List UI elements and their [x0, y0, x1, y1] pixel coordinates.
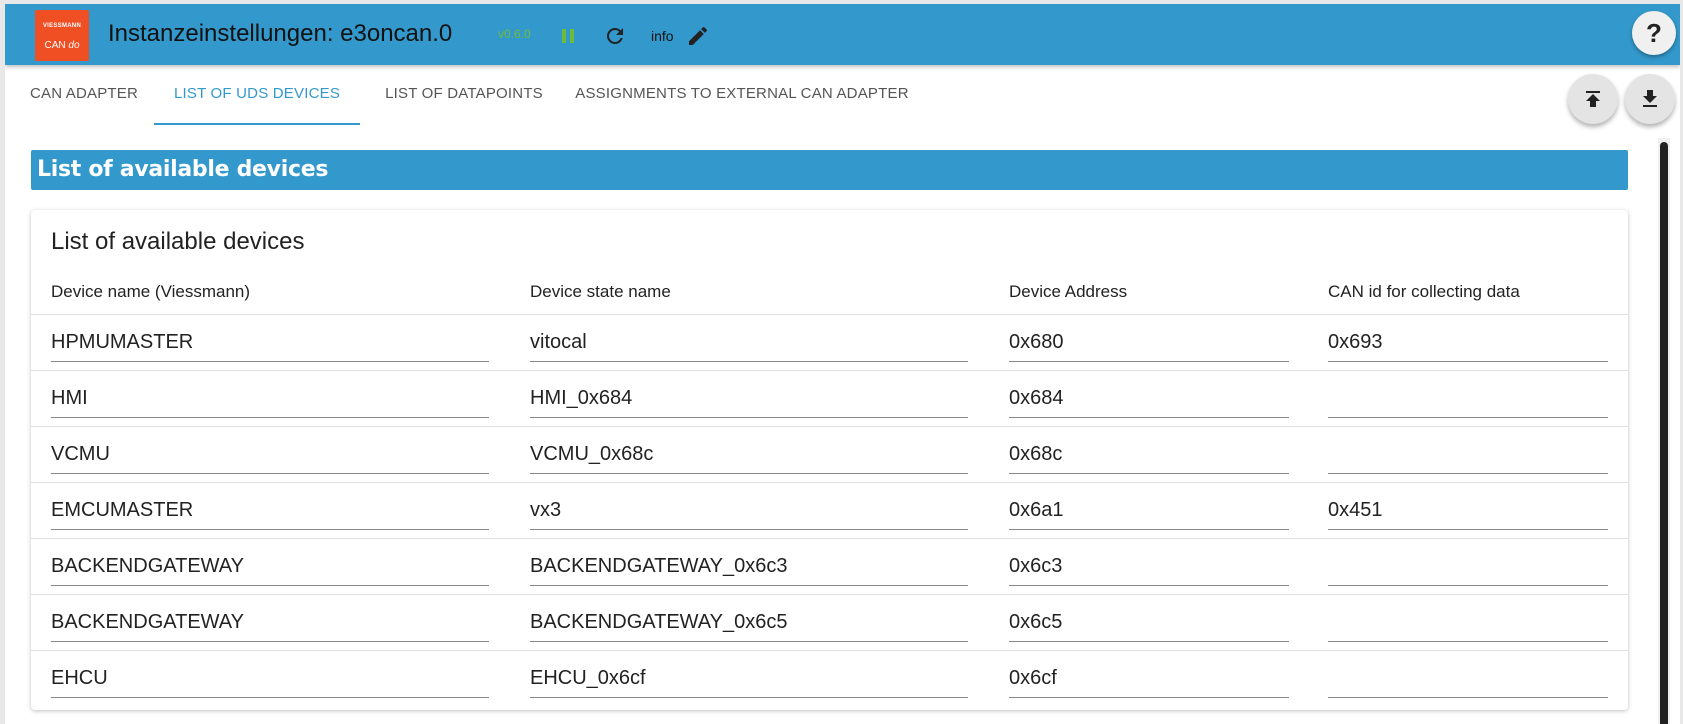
can-id-field[interactable] — [1328, 663, 1608, 698]
device-name-field[interactable]: HPMUMASTER — [51, 327, 489, 362]
can-id-field[interactable]: 0x693 — [1328, 327, 1608, 362]
tab-can-adapter[interactable]: CAN ADAPTER — [21, 65, 147, 123]
table-row: HPMUMASTER vitocal 0x680 0x693 — [31, 314, 1628, 371]
vertical-scrollbar[interactable] — [1658, 138, 1670, 724]
device-state-name-field[interactable]: VCMU_0x68c — [530, 439, 968, 474]
tab-list-of-datapoints[interactable]: LIST OF DATAPOINTS — [374, 65, 554, 123]
info-link[interactable]: info — [651, 28, 674, 44]
scrollbar-thumb[interactable] — [1660, 142, 1668, 724]
table-row: BACKENDGATEWAY BACKENDGATEWAY_0x6c3 0x6c3 — [31, 538, 1628, 595]
section-header: List of available devices — [31, 150, 1628, 190]
device-name-field[interactable]: BACKENDGATEWAY — [51, 551, 489, 586]
version-label: v0.6.0 — [498, 27, 531, 41]
card-title: List of available devices — [51, 228, 305, 255]
instance-settings-window: VIESSMANN CAN do Instanzeinstellungen: e… — [5, 4, 1680, 724]
upload-button[interactable] — [1568, 74, 1618, 124]
column-header-device-state-name: Device state name — [530, 282, 671, 301]
table-row: HMI HMI_0x684 0x684 — [31, 370, 1628, 427]
logo-brand-text: VIESSMANN — [42, 23, 82, 29]
logo-product-text: CAN do — [44, 40, 80, 51]
device-state-name-field[interactable]: vitocal — [530, 327, 968, 362]
download-button[interactable] — [1625, 74, 1675, 124]
device-state-name-field[interactable]: BACKENDGATEWAY_0x6c3 — [530, 551, 968, 586]
device-name-field[interactable]: BACKENDGATEWAY — [51, 607, 489, 642]
device-state-name-field[interactable]: HMI_0x684 — [530, 383, 968, 418]
can-id-field[interactable] — [1328, 439, 1608, 474]
pause-icon[interactable] — [556, 24, 580, 48]
table-row: BACKENDGATEWAY BACKENDGATEWAY_0x6c5 0x6c5 — [31, 594, 1628, 651]
device-address-field[interactable]: 0x6a1 — [1009, 495, 1289, 530]
device-state-name-field[interactable]: EHCU_0x6cf — [530, 663, 968, 698]
download-icon — [1643, 90, 1657, 107]
device-name-field[interactable]: VCMU — [51, 439, 489, 474]
tab-bar: CAN ADAPTER LIST OF UDS DEVICES LIST OF … — [5, 65, 1680, 125]
refresh-icon[interactable] — [603, 24, 627, 48]
can-id-field[interactable] — [1328, 607, 1608, 642]
can-id-field[interactable]: 0x451 — [1328, 495, 1608, 530]
column-header-device-name: Device name (Viessmann) — [51, 282, 251, 301]
device-address-field[interactable]: 0x6cf — [1009, 663, 1289, 698]
device-address-field[interactable]: 0x680 — [1009, 327, 1289, 362]
device-name-field[interactable]: EMCUMASTER — [51, 495, 489, 530]
edit-icon[interactable] — [686, 24, 710, 48]
adapter-logo: VIESSMANN CAN do — [35, 10, 89, 61]
device-address-field[interactable]: 0x684 — [1009, 383, 1289, 418]
help-icon: ? — [1646, 18, 1662, 48]
column-header-can-id: CAN id for collecting data — [1328, 282, 1520, 301]
device-address-field[interactable]: 0x6c3 — [1009, 551, 1289, 586]
table-row: EMCUMASTER vx3 0x6a1 0x451 — [31, 482, 1628, 539]
tab-assignments-external-can-adapter[interactable]: ASSIGNMENTS TO EXTERNAL CAN ADAPTER — [569, 65, 915, 123]
device-address-field[interactable]: 0x68c — [1009, 439, 1289, 474]
upload-icon — [1586, 91, 1600, 107]
device-name-field[interactable]: HMI — [51, 383, 489, 418]
device-state-name-field[interactable]: vx3 — [530, 495, 968, 530]
column-header-device-address: Device Address — [1009, 282, 1128, 301]
device-state-name-field[interactable]: BACKENDGATEWAY_0x6c5 — [530, 607, 968, 642]
device-address-field[interactable]: 0x6c5 — [1009, 607, 1289, 642]
help-button[interactable]: ? — [1632, 11, 1676, 55]
device-name-field[interactable]: EHCU — [51, 663, 489, 698]
can-id-field[interactable] — [1328, 551, 1608, 586]
can-id-field[interactable] — [1328, 383, 1608, 418]
page-title: Instanzeinstellungen: e3oncan.0 — [108, 20, 453, 47]
table-row: EHCU EHCU_0x6cf 0x6cf — [31, 650, 1628, 707]
devices-card: List of available devices Device name (V… — [31, 210, 1628, 710]
tab-list-of-uds-devices[interactable]: LIST OF UDS DEVICES — [154, 65, 360, 125]
app-header: VIESSMANN CAN do Instanzeinstellungen: e… — [5, 4, 1680, 65]
table-row: VCMU VCMU_0x68c 0x68c — [31, 426, 1628, 483]
